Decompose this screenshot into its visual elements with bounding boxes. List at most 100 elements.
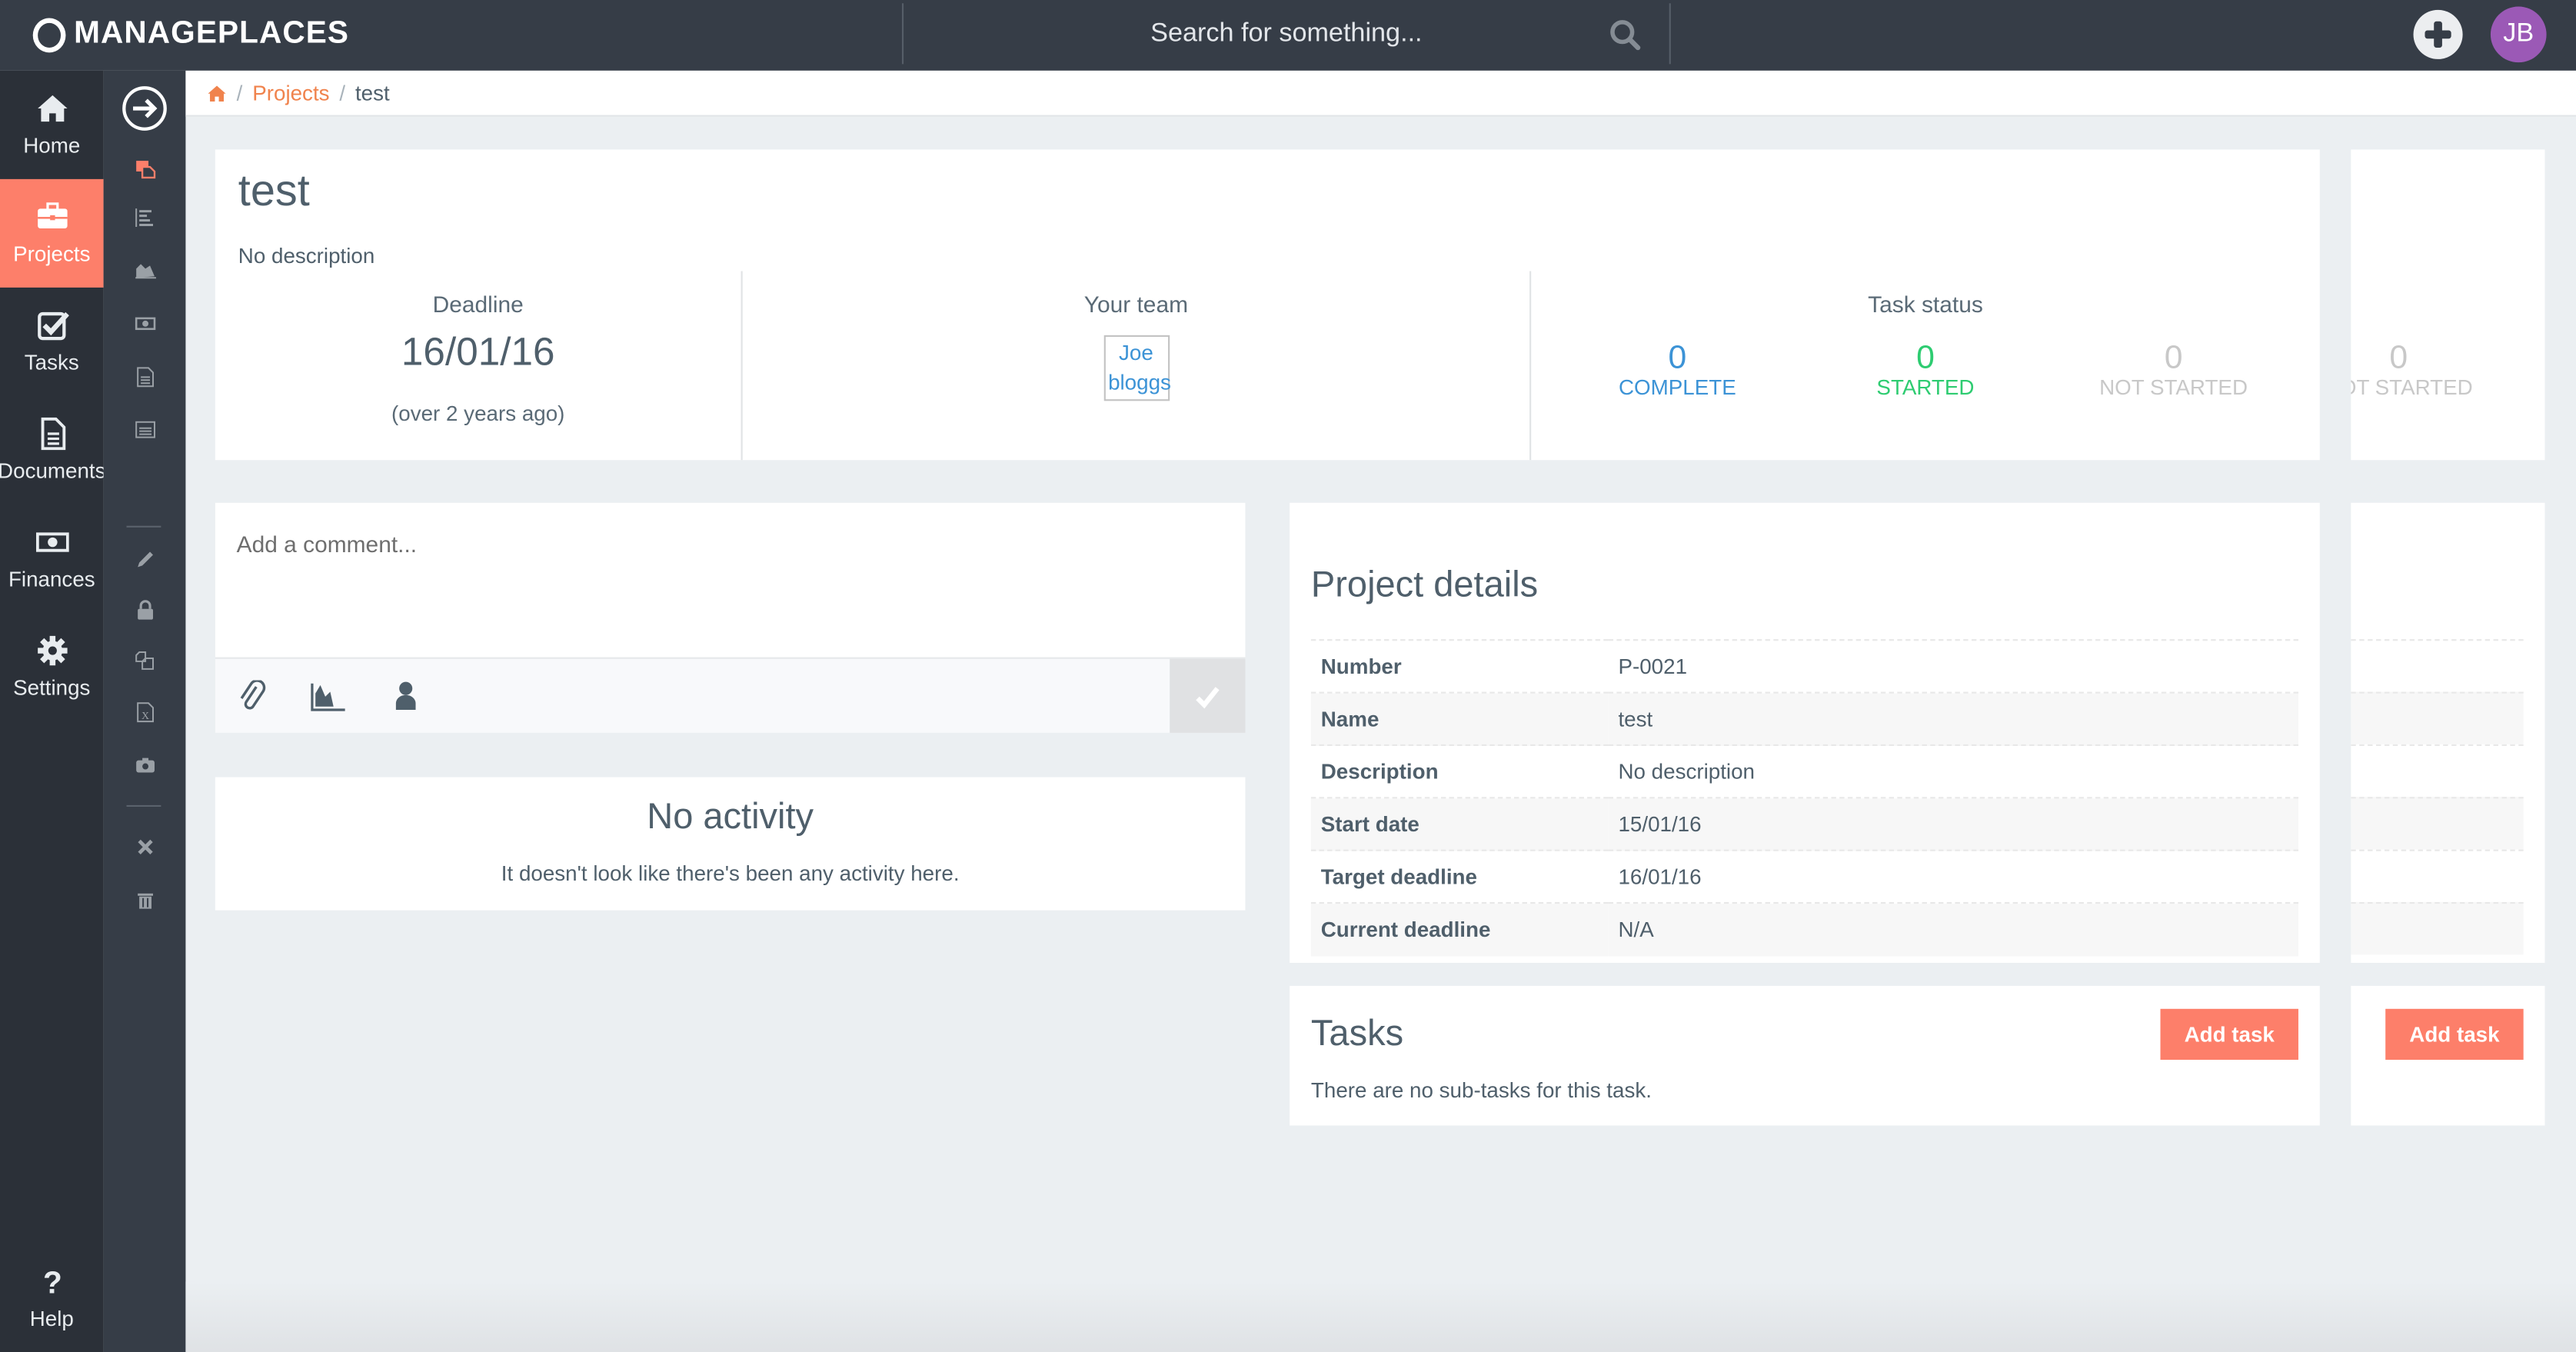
submit-comment-button[interactable] bbox=[1170, 658, 1246, 733]
camera-icon[interactable] bbox=[128, 748, 161, 781]
search-input[interactable] bbox=[973, 18, 1599, 49]
sidebar-item-settings[interactable]: Settings bbox=[0, 613, 104, 721]
question-icon: ? bbox=[42, 1265, 62, 1298]
comment-input[interactable] bbox=[215, 502, 1246, 658]
project-tools-sidebar: X bbox=[103, 70, 186, 1352]
deadline-label: Deadline bbox=[432, 291, 524, 318]
briefcase-icon bbox=[37, 202, 67, 228]
detail-value: 15/01/16 bbox=[1618, 811, 1702, 837]
breadcrumb-projects-link[interactable]: Projects bbox=[252, 81, 329, 105]
detail-value: test bbox=[1618, 706, 1653, 731]
overflow-summary-card: 0 NOT STARTED bbox=[2351, 149, 2545, 461]
status-label: COMPLETE bbox=[1618, 375, 1736, 400]
close-icon[interactable] bbox=[128, 830, 161, 863]
table-row: Current deadline N/A bbox=[1310, 903, 2298, 956]
document-icon bbox=[40, 417, 65, 451]
breadcrumb-separator: / bbox=[236, 80, 243, 105]
table-row bbox=[2351, 849, 2524, 902]
overflow-tasks-card: Add task bbox=[2351, 985, 2545, 1126]
divider bbox=[126, 525, 161, 528]
expand-arrow-icon[interactable] bbox=[121, 85, 168, 132]
project-summary-card: test No description Deadline 16/01/16 (o… bbox=[215, 149, 2320, 461]
excel-icon[interactable]: X bbox=[128, 695, 161, 728]
sidebar-item-label: Tasks bbox=[24, 350, 79, 375]
money-icon bbox=[35, 532, 68, 552]
sidebar-item-label: Help bbox=[29, 1306, 74, 1331]
status-count: 0 bbox=[1916, 340, 1935, 377]
tasks-card: Tasks Add task There are no sub-tasks fo… bbox=[1290, 985, 2320, 1126]
status-not-started[interactable]: 0 NOT STARTED bbox=[2092, 341, 2256, 401]
table-row bbox=[2351, 639, 2524, 691]
add-task-button[interactable]: Add task bbox=[2385, 1008, 2524, 1061]
project-title: test bbox=[238, 165, 310, 215]
user-icon[interactable] bbox=[389, 681, 422, 714]
gantt-icon[interactable] bbox=[128, 201, 161, 234]
project-details-card: Project details Number P-0021 Name test Desc… bbox=[1290, 502, 2320, 963]
add-task-button[interactable]: Add task bbox=[2160, 1008, 2298, 1061]
detail-value: 16/01/16 bbox=[1618, 864, 1702, 889]
paperclip-icon[interactable] bbox=[237, 680, 270, 714]
home-icon bbox=[37, 95, 67, 122]
sidebar-item-finances[interactable]: Finances bbox=[0, 505, 104, 613]
detail-value: P-0021 bbox=[1618, 654, 1688, 679]
newspaper-icon[interactable] bbox=[128, 412, 161, 445]
task-status-label: Task status bbox=[1868, 291, 1983, 318]
copy-icon[interactable] bbox=[128, 644, 161, 678]
deadline-relative: (over 2 years ago) bbox=[391, 401, 565, 426]
brand-name: MANAGEPLACES bbox=[74, 16, 350, 52]
sidebar-item-label: Settings bbox=[13, 675, 91, 701]
search-icon[interactable] bbox=[1609, 18, 1642, 52]
money-icon[interactable] bbox=[128, 305, 161, 338]
check-square-icon bbox=[37, 311, 68, 341]
sidebar-item-documents[interactable]: Documents bbox=[0, 396, 106, 505]
table-row: Description No description bbox=[1310, 744, 2298, 798]
trash-icon[interactable] bbox=[128, 882, 161, 915]
area-chart-icon[interactable] bbox=[309, 681, 348, 714]
breadcrumb: / Projects / test bbox=[185, 70, 2576, 117]
breadcrumb-separator: / bbox=[339, 80, 346, 105]
home-icon[interactable] bbox=[207, 83, 227, 103]
team-member-avatar[interactable]: Joe bloggs bbox=[1103, 335, 1171, 401]
overflow-details-card bbox=[2351, 502, 2545, 963]
sidebar-item-help[interactable]: ? Help bbox=[0, 1244, 104, 1352]
table-row: Start date 15/01/16 bbox=[1310, 798, 2298, 851]
detail-key: Target deadline bbox=[1320, 864, 1477, 889]
status-count: 0 bbox=[2389, 340, 2408, 377]
area-chart-icon[interactable] bbox=[128, 251, 161, 285]
team-label: Your team bbox=[1083, 291, 1189, 318]
deadline-value: 16/01/16 bbox=[401, 330, 555, 375]
table-row: Target deadline 16/01/16 bbox=[1310, 850, 2298, 903]
lock-icon[interactable] bbox=[128, 593, 161, 626]
status-label: NOT STARTED bbox=[2351, 375, 2473, 400]
status-not-started[interactable]: 0 NOT STARTED bbox=[2351, 341, 2481, 401]
breadcrumb-current: test bbox=[354, 80, 390, 105]
pencil-icon[interactable] bbox=[128, 542, 161, 575]
table-row bbox=[2351, 901, 2524, 955]
projects-copy-icon[interactable] bbox=[128, 152, 161, 185]
user-avatar[interactable]: JB bbox=[2490, 6, 2547, 63]
top-bar: MANAGEPLACES JB bbox=[0, 0, 2576, 71]
sidebar-item-label: Finances bbox=[8, 567, 95, 592]
gear-icon bbox=[37, 635, 67, 666]
add-new-button[interactable] bbox=[2413, 9, 2463, 59]
activity-card: No activity It doesn't look like there's… bbox=[215, 777, 1246, 911]
comment-box bbox=[215, 502, 1246, 733]
sidebar-item-label: Documents bbox=[0, 458, 106, 484]
document-icon[interactable] bbox=[128, 360, 161, 393]
brand-logo[interactable]: MANAGEPLACES bbox=[32, 15, 350, 54]
sidebar-item-label: Projects bbox=[13, 241, 91, 267]
deadline-section: Deadline 16/01/16 (over 2 years ago) bbox=[215, 271, 741, 461]
project-details-title: Project details bbox=[1310, 563, 1539, 605]
sidebar-item-projects[interactable]: Projects bbox=[0, 178, 104, 288]
detail-key: Number bbox=[1320, 654, 1402, 679]
search-box bbox=[901, 3, 1671, 65]
status-complete[interactable]: 0 COMPLETE bbox=[1596, 341, 1760, 401]
activity-title: No activity bbox=[647, 795, 814, 837]
team-section: Your team Joe bloggs bbox=[741, 271, 1530, 461]
detail-value: No description bbox=[1618, 759, 1756, 784]
table-row bbox=[2351, 691, 2524, 744]
plus-icon bbox=[2425, 21, 2451, 48]
sidebar-item-tasks[interactable]: Tasks bbox=[0, 288, 104, 396]
sidebar-item-home[interactable]: Home bbox=[0, 71, 104, 179]
status-started[interactable]: 0 STARTED bbox=[1843, 341, 2008, 401]
